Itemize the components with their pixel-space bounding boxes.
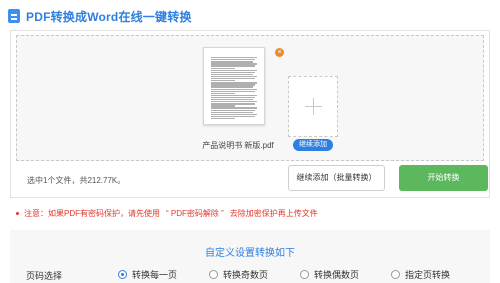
pdf-unlock-link[interactable]: “ PDF密码解除 ” [166, 208, 224, 219]
radio-every-page[interactable]: 转换每一页 [118, 268, 177, 281]
upload-panel: × 产品说明书 新版.pdf 继续添加 选中1个文件，共212.77K。 继续添… [10, 30, 490, 198]
file-summary: 选中1个文件，共212.77K。 [27, 176, 126, 185]
page-title: PDF转换成Word在线一键转换 [26, 9, 192, 24]
add-more-button[interactable]: 继续添加 [293, 139, 333, 151]
radio-label: 转换奇数页 [223, 270, 269, 280]
radio-checked-icon [118, 270, 127, 279]
radio-icon [209, 270, 218, 279]
file-dropzone[interactable]: × 产品说明书 新版.pdf 继续添加 [16, 35, 484, 161]
remove-file-icon[interactable]: × [275, 48, 284, 57]
page-select-label: 页码选择 [26, 271, 63, 281]
document-icon [8, 9, 20, 23]
notice-prefix: 注意：如果PDF有密码保护，请先使用 [24, 209, 160, 218]
add-file-box[interactable] [288, 76, 338, 137]
password-notice: 注意：如果PDF有密码保护，请先使用 “ PDF密码解除 ” 去除加密保护再上传… [16, 208, 318, 219]
thumbnail-text-line [211, 117, 235, 120]
radio-label: 指定页转换 [405, 270, 451, 280]
radio-odd-pages[interactable]: 转换奇数页 [209, 268, 268, 281]
file-thumbnail[interactable] [203, 47, 265, 125]
bullet-icon [16, 212, 19, 215]
file-name: 产品说明书 新版.pdf [202, 141, 274, 150]
radio-icon [391, 270, 400, 279]
settings-title: 自定义设置转换如下 [205, 248, 295, 259]
radio-even-pages[interactable]: 转换偶数页 [300, 268, 359, 281]
radio-label: 转换偶数页 [314, 270, 360, 280]
settings-panel: 自定义设置转换如下 页码选择 转换每一页 转换奇数页 转换偶数页 指定页转换 [10, 230, 490, 283]
radio-label: 转换每一页 [132, 270, 178, 280]
start-convert-button[interactable]: 开始转换 [399, 165, 488, 191]
radio-icon [300, 270, 309, 279]
batch-add-button[interactable]: 继续添加（批量转换） [288, 165, 385, 191]
radio-specific-pages[interactable]: 指定页转换 [391, 268, 450, 281]
notice-suffix: 去除加密保护再上传文件 [229, 209, 318, 218]
page-header: PDF转换成Word在线一键转换 [8, 6, 192, 26]
